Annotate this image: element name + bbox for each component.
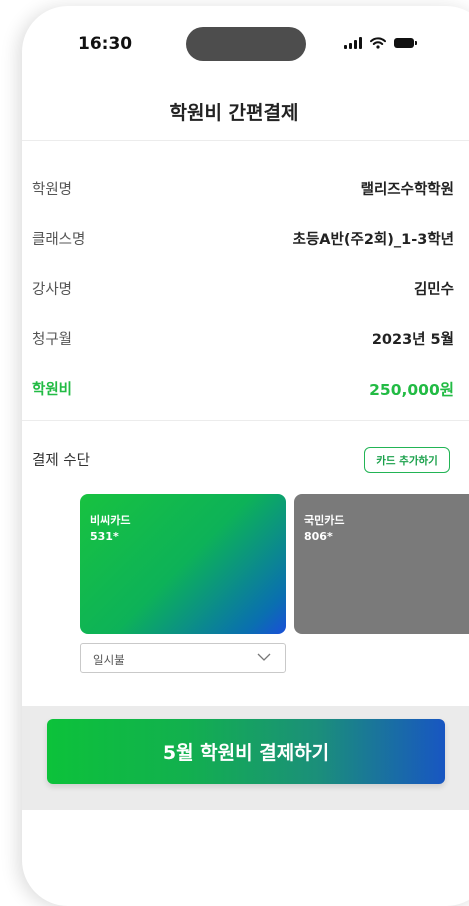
- status-icons: [344, 36, 417, 50]
- card-name: 비씨카드: [90, 514, 131, 527]
- info-label: 클래스명: [32, 232, 86, 248]
- status-bar: 16:30: [22, 6, 469, 80]
- dynamic-island: [186, 27, 306, 61]
- info-row-academy: 학원명 랠리즈수학학원: [32, 178, 454, 202]
- info-value: 김민수: [413, 282, 454, 298]
- info-row-teacher: 강사명 김민수: [32, 278, 454, 302]
- info-value: 2023년 5월: [371, 332, 454, 348]
- installment-value: 일시불: [93, 653, 125, 667]
- info-label: 학원비: [32, 382, 73, 398]
- card-name: 국민카드: [304, 514, 345, 527]
- payment-method-label: 결제 수단: [32, 453, 90, 469]
- battery-icon: [394, 38, 417, 48]
- pay-tuition-button[interactable]: 5월 학원비 결제하기: [47, 719, 445, 784]
- installment-select[interactable]: 일시불: [80, 643, 286, 673]
- add-card-button[interactable]: 카드 추가하기: [364, 447, 450, 473]
- card-number: 806*: [304, 530, 333, 543]
- info-label: 청구월: [32, 332, 73, 348]
- info-label: 학원명: [32, 182, 73, 198]
- card-kb[interactable]: 국민카드 806*: [294, 494, 469, 634]
- header-divider: [22, 140, 469, 141]
- card-number: 531*: [90, 530, 119, 543]
- page-title: 학원비 간편결제: [169, 102, 299, 124]
- status-time: 16:30: [78, 34, 133, 54]
- info-row-billing-month: 청구월 2023년 5월: [32, 328, 454, 352]
- info-row-class: 클래스명 초등A반(주2회)_1-3학년: [32, 228, 454, 252]
- info-row-tuition: 학원비 250,000원: [32, 378, 454, 402]
- phone-frame: 16:30 학원비 간편결제 학원명 랠리즈수학학원 클래스명 초등A반(주2회…: [22, 6, 469, 906]
- tuition-amount: 250,000원: [369, 381, 454, 399]
- wifi-icon: [370, 37, 386, 49]
- card-bc[interactable]: 비씨카드 531*: [80, 494, 286, 634]
- info-value: 초등A반(주2회)_1-3학년: [292, 232, 454, 248]
- info-value: 랠리즈수학학원: [360, 182, 454, 198]
- info-label: 강사명: [32, 282, 73, 298]
- chevron-down-icon: [257, 653, 271, 661]
- section-divider: [22, 420, 469, 421]
- signal-icon: [344, 37, 362, 49]
